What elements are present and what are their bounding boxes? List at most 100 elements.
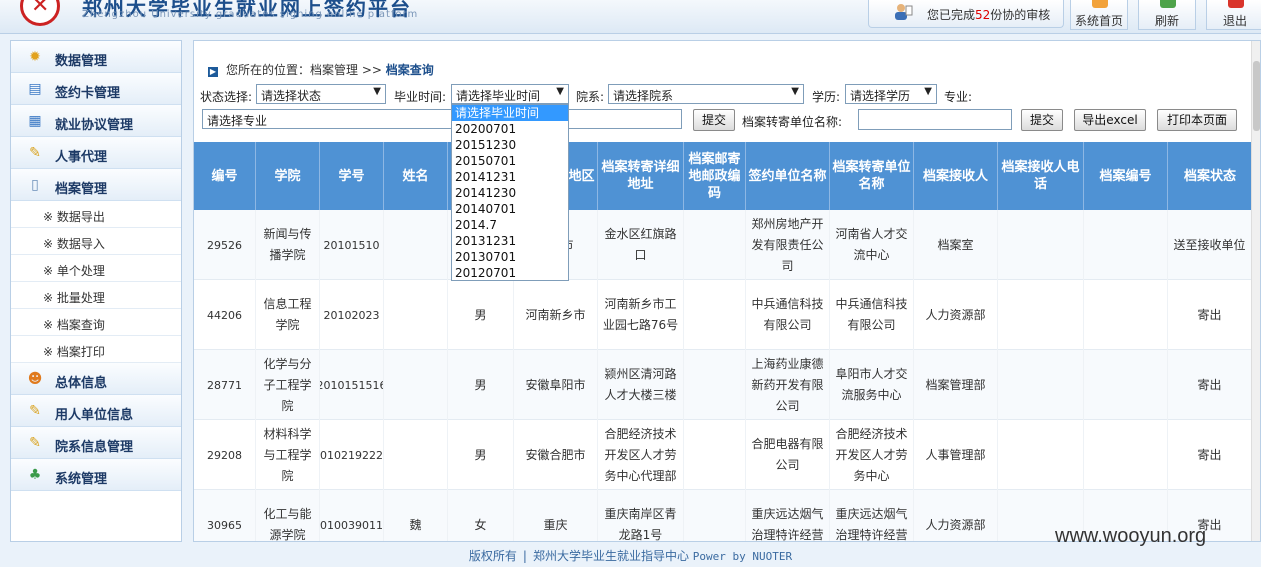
sidebar-item-batch-process[interactable]: ※ 批量处理 [11, 282, 181, 309]
grad-time-option[interactable]: 请选择毕业时间 [452, 105, 568, 121]
table-cell [1084, 350, 1168, 420]
table-cell [684, 420, 746, 490]
print-page-button[interactable]: 打印本页面 [1157, 109, 1237, 131]
col-header: 学号 [320, 142, 384, 210]
table-row: 29526 新闻与传播学院 20101510 郑州市 金水区红旗路口 郑州房地产… [194, 210, 1252, 280]
col-header: 档案状态 [1183, 168, 1236, 184]
col-header: 档案转寄单位名称 [830, 142, 914, 210]
table-cell: 29208 [194, 420, 256, 490]
table-cell: 重庆 [514, 490, 598, 541]
grad-time-option[interactable]: 20150701 [452, 153, 568, 169]
sidebar-item-archive-print[interactable]: ※ 档案打印 [11, 336, 181, 363]
table-cell [998, 420, 1084, 490]
table-cell [1084, 210, 1168, 280]
table-cell: 人事管理部 [914, 420, 998, 490]
grad-time-select[interactable]: 请选择毕业时间 ▼ [451, 84, 569, 104]
chevron-down-icon: ▼ [373, 86, 381, 97]
pencil-icon: ✎ [29, 145, 41, 161]
table-cell: 男 [448, 420, 514, 490]
unit-name-input[interactable] [858, 109, 1012, 130]
grad-time-option[interactable]: 20151230 [452, 137, 568, 153]
menu-overall-info[interactable]: ☻ 总体信息 [11, 363, 181, 395]
menu-card-management[interactable]: ▤ 签约卡管理 [11, 73, 181, 105]
col-header: 签约单位名称 [746, 142, 830, 210]
major-label: 专业: [944, 90, 973, 104]
footer-org: 郑州大学毕业生就业指导中心 [532, 549, 689, 563]
table-row: 29208 材料科学与工程学院 20102192228 男 安徽合肥市 合肥经济… [194, 420, 1252, 490]
col-header: 档案编号 [1084, 142, 1168, 210]
copyright-text: 版权所有 [468, 549, 517, 563]
document-icon: ▦ [28, 113, 42, 129]
menu-hr-agency[interactable]: ✎ 人事代理 [11, 137, 181, 169]
person-icon: ☻ [27, 371, 43, 387]
watermark: www.wooyun.org [1055, 525, 1207, 547]
grad-time-option[interactable]: 20131231 [452, 233, 568, 249]
refresh-button[interactable]: 刷新 [1138, 0, 1196, 30]
menu-agreement-management[interactable]: ▦ 就业协议管理 [11, 105, 181, 137]
arrow-right-icon: ▶ [208, 67, 218, 77]
menu-system-management[interactable]: ♣ 系统管理 [11, 459, 181, 491]
chevron-down-icon: ▼ [791, 86, 799, 97]
table-cell: 金水区红旗路口 [598, 210, 684, 280]
grad-time-option[interactable]: 20141231 [452, 169, 568, 185]
col-header: 档案邮寄地邮政编码 [684, 142, 746, 210]
grad-time-option[interactable]: 20130701 [452, 249, 568, 265]
menu-data-management[interactable]: ✹ 数据管理 [11, 41, 181, 73]
top-header: 郑州大学毕业生就业网上签约平台 Zhengzhou University gra… [0, 0, 1261, 34]
gear-icon: ✹ [29, 49, 41, 65]
submit-unit-button[interactable]: 提交 [1021, 109, 1063, 131]
menu-employer-info[interactable]: ✎ 用人单位信息 [11, 395, 181, 427]
table-cell: 材料科学与工程学院 [256, 420, 320, 490]
major-select[interactable]: 请选择专业 [202, 109, 682, 129]
table-cell: 合肥经济技术开发区人才劳务中心 [830, 420, 914, 490]
table-cell: 安徽合肥市 [514, 420, 598, 490]
degree-select[interactable]: 请选择学历 ▼ [845, 84, 937, 104]
table-cell: 20100390117 [320, 490, 384, 541]
table-cell: 送至接收单位 [1168, 210, 1252, 280]
user-avatar-icon [895, 4, 913, 20]
home-icon [1092, 0, 1108, 8]
dept-select[interactable]: 请选择院系 ▼ [608, 84, 804, 104]
sidebar-item-data-import[interactable]: ※ 数据导入 [11, 228, 181, 255]
university-logo-icon [20, 0, 60, 26]
table-cell: 颍州区清河路人才大楼三楼 [598, 350, 684, 420]
export-excel-button[interactable]: 导出excel [1074, 109, 1146, 131]
vertical-scrollbar[interactable] [1251, 41, 1260, 541]
col-header: 档案转寄详细地址 [598, 142, 684, 210]
table-cell [384, 350, 448, 420]
menu-archive-management[interactable]: ▯ 档案管理 [11, 169, 181, 201]
footer: 版权所有 | 郑州大学毕业生就业指导中心 Power by NUOTER [468, 549, 793, 563]
status-select[interactable]: 请选择状态 ▼ [256, 84, 386, 104]
table-cell: 20101510 [320, 210, 384, 280]
grad-time-option[interactable]: 20141230 [452, 185, 568, 201]
menu-department-management[interactable]: ✎ 院系信息管理 [11, 427, 181, 459]
pencil-icon: ✎ [29, 403, 41, 419]
table-cell: 重庆远达烟气治理特许经营 [830, 490, 914, 541]
col-header: 学院 [256, 142, 320, 210]
scrollbar-thumb[interactable] [1253, 61, 1260, 131]
grad-time-option[interactable]: 20200701 [452, 121, 568, 137]
grad-time-label: 毕业时间: [394, 90, 447, 104]
table-cell [684, 280, 746, 350]
sidebar-item-archive-query[interactable]: ※ 档案查询 [11, 309, 181, 336]
grad-time-option[interactable]: 2014.7 [452, 217, 568, 233]
grad-time-option[interactable]: 20140701 [452, 201, 568, 217]
table-cell [1084, 420, 1168, 490]
breadcrumb: ▶ 您所在的位置：档案管理 >> 档案查询 [208, 63, 434, 77]
chevron-down-icon: ▼ [556, 86, 564, 97]
table-cell: 档案管理部 [914, 350, 998, 420]
logout-button[interactable]: 退出 [1206, 0, 1261, 30]
table-cell: 中兵通信科技有限公司 [746, 280, 830, 350]
col-header: 姓名 [384, 142, 448, 210]
sidebar-item-single-process[interactable]: ※ 单个处理 [11, 255, 181, 282]
table-cell: 人力资源部 [914, 490, 998, 541]
sidebar-item-data-export[interactable]: ※ 数据导出 [11, 201, 181, 228]
home-button[interactable]: 系统首页 [1070, 0, 1128, 30]
table-cell: 2010151516 [320, 350, 384, 420]
table-cell: 魏 [384, 490, 448, 541]
table-cell: 20102023 [320, 280, 384, 350]
submit-button[interactable]: 提交 [693, 109, 735, 131]
table-cell: 档案室 [914, 210, 998, 280]
logout-icon [1228, 0, 1244, 8]
grad-time-option[interactable]: 20120701 [452, 265, 568, 281]
